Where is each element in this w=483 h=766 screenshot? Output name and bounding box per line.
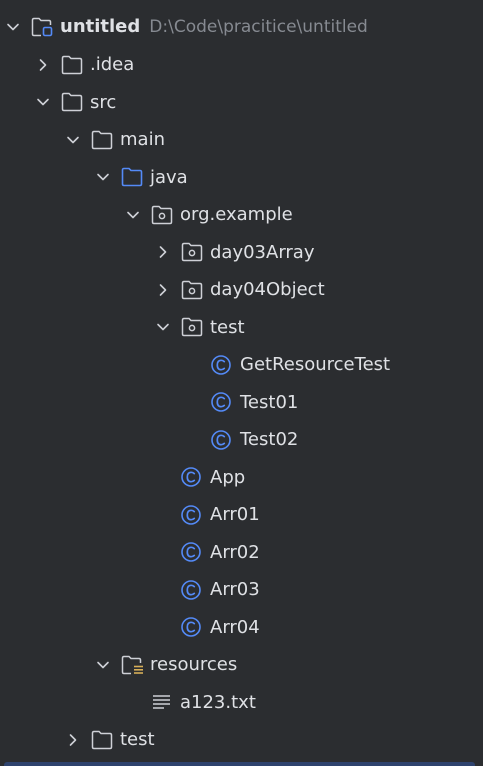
class-icon [210, 428, 236, 452]
class-icon [180, 465, 206, 489]
tree-label: Test01 [240, 391, 299, 413]
tree-label: App [210, 466, 246, 488]
chevron-right-icon[interactable] [32, 54, 54, 76]
package-icon [180, 278, 206, 302]
tree-label: main [120, 129, 165, 151]
source-root-folder-icon [120, 165, 146, 189]
package-icon [180, 315, 206, 339]
chevron-down-icon[interactable] [2, 16, 24, 38]
chevron-right-icon[interactable] [62, 729, 84, 751]
tree-label: test [120, 729, 155, 751]
tree-label: Arr04 [210, 616, 260, 638]
tree-row-main[interactable]: main [0, 121, 483, 159]
package-icon [180, 240, 206, 264]
chevron-right-icon[interactable] [152, 279, 174, 301]
tree-row-resources[interactable]: resources [0, 646, 483, 684]
folder-icon [60, 90, 86, 114]
project-path: D:\Code\pracitice\untitled [149, 16, 368, 37]
class-icon [210, 353, 236, 377]
tree-row-org-example[interactable]: org.example [0, 196, 483, 234]
tree-row-arr01[interactable]: Arr01 [0, 496, 483, 534]
tree-row-getresourcetest[interactable]: GetResourceTest [0, 346, 483, 384]
tree-label: Arr02 [210, 541, 260, 563]
tree-row-src[interactable]: src [0, 84, 483, 122]
tree-row-app[interactable]: App [0, 459, 483, 497]
chevron-down-icon[interactable] [32, 91, 54, 113]
tree-label: a123.txt [180, 691, 256, 713]
tree-label: java [150, 166, 188, 188]
tree-row-a123-txt[interactable]: a123.txt [0, 684, 483, 722]
class-icon [180, 540, 206, 564]
chevron-down-icon[interactable] [152, 316, 174, 338]
class-icon [210, 390, 236, 414]
tree-label: .idea [90, 54, 135, 76]
tree-row-project-root[interactable]: untitled D:\Code\pracitice\untitled [0, 8, 483, 46]
tree-label: GetResourceTest [240, 354, 391, 376]
folder-icon [60, 53, 86, 77]
project-tree: untitled D:\Code\pracitice\untitled .ide… [0, 0, 483, 766]
tree-row-day03array[interactable]: day03Array [0, 234, 483, 272]
tree-row-arr02[interactable]: Arr02 [0, 534, 483, 572]
chevron-down-icon[interactable] [62, 129, 84, 151]
chevron-right-icon[interactable] [152, 241, 174, 263]
text-file-icon [150, 690, 176, 714]
tree-row-arr04[interactable]: Arr04 [0, 609, 483, 647]
selection-highlight [4, 762, 475, 766]
tree-label: src [90, 91, 117, 113]
class-icon [180, 503, 206, 527]
class-icon [180, 578, 206, 602]
folder-icon [90, 728, 116, 752]
class-icon [180, 615, 206, 639]
tree-label: Arr03 [210, 579, 260, 601]
project-module-icon [30, 15, 56, 39]
tree-row-arr03[interactable]: Arr03 [0, 571, 483, 609]
folder-icon [90, 128, 116, 152]
tree-row-java[interactable]: java [0, 159, 483, 197]
tree-label: Test02 [240, 429, 299, 451]
tree-row-test02[interactable]: Test02 [0, 421, 483, 459]
tree-label: day03Array [210, 241, 315, 263]
tree-label: test [210, 316, 245, 338]
project-name: untitled [60, 16, 141, 38]
tree-label: org.example [180, 204, 293, 226]
tree-row-idea[interactable]: .idea [0, 46, 483, 84]
tree-label: Arr01 [210, 504, 260, 526]
package-icon [150, 203, 176, 227]
tree-row-test-package[interactable]: test [0, 309, 483, 347]
tree-label: day04Object [210, 279, 325, 301]
chevron-down-icon[interactable] [92, 166, 114, 188]
chevron-down-icon[interactable] [122, 204, 144, 226]
tree-row-day04object[interactable]: day04Object [0, 271, 483, 309]
tree-label: resources [150, 654, 238, 676]
tree-row-test01[interactable]: Test01 [0, 384, 483, 422]
resources-folder-icon [120, 653, 146, 677]
tree-row-test-dir[interactable]: test [0, 721, 483, 759]
chevron-down-icon[interactable] [92, 654, 114, 676]
